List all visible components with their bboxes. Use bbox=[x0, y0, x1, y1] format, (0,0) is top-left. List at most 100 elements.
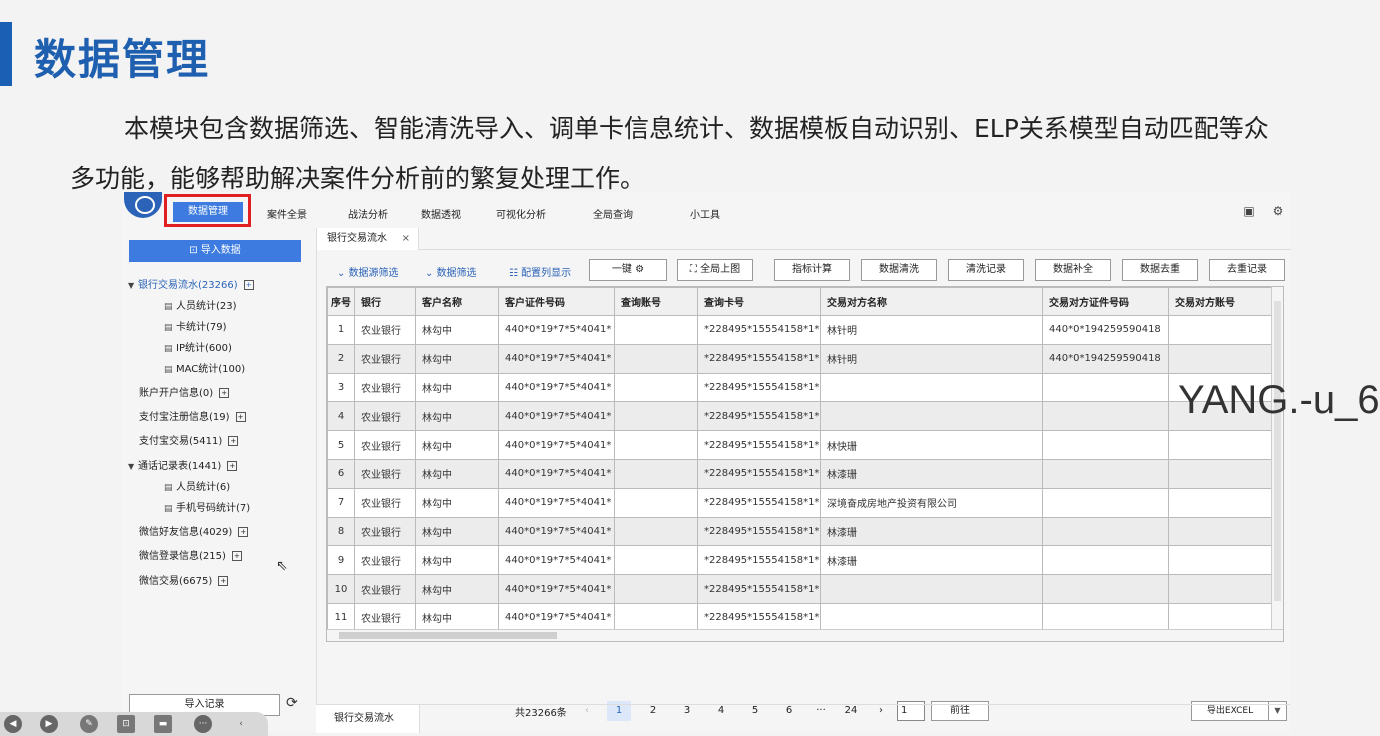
dedupe-button[interactable]: 数据去重 bbox=[1122, 259, 1198, 281]
add-icon[interactable]: + bbox=[238, 527, 249, 537]
add-icon[interactable]: + bbox=[231, 551, 242, 561]
table-cell: 10 bbox=[327, 574, 355, 604]
camera-icon[interactable]: ▬ bbox=[154, 715, 172, 733]
table-row[interactable]: 6 农业银行 林勾中 440*0*19*7*5*4041* *228495*155541… bbox=[327, 458, 1276, 489]
previous-icon[interactable]: ◀ bbox=[4, 715, 22, 733]
column-header[interactable]: 银行 bbox=[354, 287, 416, 316]
table-row[interactable]: 9 农业银行 林勾中 440*0*19*7*5*4041* *228495*155541… bbox=[327, 545, 1276, 576]
table-cell: 林勾中 bbox=[415, 602, 499, 633]
global-chart-button[interactable]: ⛶ 全局上图 bbox=[677, 259, 753, 281]
table-cell bbox=[614, 315, 698, 345]
clean-records-button[interactable]: 清洗记录 bbox=[948, 259, 1024, 281]
nav-item-tools[interactable]: 小工具 bbox=[690, 206, 720, 221]
horizontal-scrollbar[interactable] bbox=[327, 629, 1283, 641]
tree-item-wechat-tx[interactable]: 微信交易(6675) + bbox=[139, 572, 229, 587]
bottom-tab-bank-transactions[interactable]: 银行交易流水 bbox=[316, 705, 420, 733]
vertical-scrollbar[interactable] bbox=[1271, 287, 1283, 629]
refresh-icon[interactable]: ⟳ bbox=[286, 695, 298, 711]
tree-item-wechat-login[interactable]: 微信登录信息(215) + bbox=[139, 547, 242, 562]
tree-item-bank-child[interactable]: ▤ IP统计(600) bbox=[164, 339, 232, 354]
column-header[interactable]: 交易对方名称 bbox=[820, 287, 1043, 316]
table-row[interactable]: 3 农业银行 林勾中 440*0*19*7*5*4041* *228495*155541… bbox=[327, 372, 1276, 403]
table-row[interactable]: 1 农业银行 林勾中 440*0*19*7*5*4041* *228495*155541… bbox=[327, 315, 1276, 345]
caret-down-icon[interactable]: ▼ bbox=[128, 281, 138, 290]
tab-label: 银行交易流水 bbox=[327, 233, 387, 244]
tree-label: 通话记录表(1441) bbox=[138, 461, 222, 472]
tree-item-alipay-tx[interactable]: 支付宝交易(5411) + bbox=[139, 432, 239, 447]
chevron-left-icon[interactable]: ‹ bbox=[232, 715, 250, 733]
nav-item-data-pivot[interactable]: 数据透视 bbox=[421, 206, 461, 221]
tree-label: 人员统计(23) bbox=[176, 301, 237, 312]
nav-item-data-management[interactable]: 数据管理 bbox=[173, 202, 243, 222]
table-cell bbox=[1042, 430, 1169, 460]
table-cell bbox=[614, 343, 698, 374]
metric-calc-button[interactable]: 指标计算 bbox=[774, 259, 850, 281]
tree-item-calls-child[interactable]: ▤ 手机号码统计(7) bbox=[164, 499, 250, 514]
dedupe-records-button[interactable]: 去重记录 bbox=[1209, 259, 1285, 281]
caret-down-icon[interactable]: ▼ bbox=[128, 462, 138, 471]
table-row[interactable]: 8 农业银行 林勾中 440*0*19*7*5*4041* *228495*155541… bbox=[327, 516, 1276, 547]
table-cell: 林漆珊 bbox=[820, 516, 1043, 547]
add-icon[interactable]: + bbox=[235, 412, 246, 422]
nav-item-global-query[interactable]: 全局查询 bbox=[593, 206, 633, 221]
play-icon[interactable]: ▶ bbox=[40, 715, 58, 733]
tab-bank-transactions[interactable]: 银行交易流水 × bbox=[317, 228, 419, 250]
import-data-button[interactable]: ⊡ 导入数据 bbox=[129, 240, 301, 262]
tree-item-calls-child[interactable]: ▤ 人员统计(6) bbox=[164, 478, 230, 493]
column-config-button[interactable]: ☷ 配置列显示 bbox=[509, 264, 571, 279]
data-filter-button[interactable]: ⌄ 数据筛选 bbox=[425, 264, 477, 279]
pen-icon[interactable]: ✎ bbox=[80, 715, 98, 733]
column-header[interactable]: 交易对方证件号码 bbox=[1042, 287, 1169, 316]
table-row[interactable]: 5 农业银行 林勾中 440*0*19*7*5*4041* *228495*155541… bbox=[327, 430, 1276, 460]
nav-item-tactics-analysis[interactable]: 战法分析 bbox=[348, 206, 388, 221]
tree-item-alipay-reg[interactable]: 支付宝注册信息(19) + bbox=[139, 408, 246, 423]
table-cell: 林勾中 bbox=[415, 487, 499, 518]
nav-item-case-panorama[interactable]: 案件全景 bbox=[267, 206, 307, 221]
nav-item-visual-analysis[interactable]: 可视化分析 bbox=[496, 206, 546, 221]
scrollbar-thumb[interactable] bbox=[1274, 301, 1281, 601]
data-complete-button[interactable]: 数据补全 bbox=[1035, 259, 1111, 281]
table-cell: 农业银行 bbox=[354, 487, 416, 518]
gear-icon[interactable]: ⚙ bbox=[1271, 204, 1285, 218]
data-clean-button[interactable]: 数据清洗 bbox=[861, 259, 937, 281]
scrollbar-thumb[interactable] bbox=[339, 632, 557, 639]
document-icon: ▤ bbox=[164, 344, 173, 354]
save-icon[interactable]: ▣ bbox=[1242, 204, 1256, 218]
add-icon[interactable]: + bbox=[219, 388, 230, 398]
table-cell: 林勾中 bbox=[415, 516, 499, 547]
add-icon[interactable]: + bbox=[218, 576, 229, 586]
tree-item-wechat-friends[interactable]: 微信好友信息(4029) + bbox=[139, 523, 249, 538]
column-header[interactable]: 查询账号 bbox=[614, 287, 698, 316]
tree-item-bank-child[interactable]: ▤ 卡统计(79) bbox=[164, 318, 227, 333]
column-header[interactable]: 客户名称 bbox=[415, 287, 499, 316]
column-header[interactable]: 查询卡号 bbox=[697, 287, 821, 316]
tree-item-bank-child[interactable]: ▤ 人员统计(23) bbox=[164, 297, 237, 312]
column-header[interactable]: 交易对方账号 bbox=[1168, 287, 1276, 316]
table-cell: 林勾中 bbox=[415, 372, 499, 403]
add-icon[interactable]: + bbox=[228, 436, 239, 446]
tree-item-bank[interactable]: ▼ 银行交易流水(23266) + bbox=[128, 276, 254, 291]
document-icon: ▤ bbox=[164, 302, 173, 312]
table-cell: 440*0*19*7*5*4041* bbox=[498, 574, 615, 604]
table-row[interactable]: 7 农业银行 林勾中 440*0*19*7*5*4041* *228495*155541… bbox=[327, 487, 1276, 518]
table-row[interactable]: 10 农业银行 林勾中 440*0*19*7*5*4041* *228495*15554… bbox=[327, 574, 1276, 604]
tree-item-account[interactable]: 账户开户信息(0) + bbox=[139, 384, 230, 399]
close-icon[interactable]: × bbox=[402, 228, 410, 250]
add-icon[interactable]: + bbox=[227, 461, 238, 471]
one-click-button[interactable]: 一键 ⚙ bbox=[589, 259, 667, 281]
screenshot-icon[interactable]: ⊡ bbox=[117, 715, 135, 733]
more-icon[interactable]: ··· bbox=[194, 715, 212, 733]
tree-item-bank-child[interactable]: ▤ MAC统计(100) bbox=[164, 360, 245, 375]
table-cell: 农业银行 bbox=[354, 430, 416, 460]
add-icon[interactable]: + bbox=[243, 280, 254, 290]
table-row[interactable]: 11 农业银行 林勾中 440*0*19*7*5*4041* *228495*15554… bbox=[327, 602, 1276, 633]
table-row[interactable]: 2 农业银行 林勾中 440*0*19*7*5*4041* *228495*155541… bbox=[327, 343, 1276, 374]
column-header[interactable]: 客户证件号码 bbox=[498, 287, 615, 316]
column-header[interactable]: 序号 bbox=[327, 287, 355, 316]
tree-item-calls[interactable]: ▼ 通话记录表(1441) + bbox=[128, 457, 238, 472]
table-cell bbox=[614, 545, 698, 576]
data-table: 序号 银行 客户名称 客户证件号码 查询账号 查询卡号 交易对方名称 交易对方证件号码 交易对方… bbox=[326, 286, 1284, 642]
tree-label: 微信登录信息(215) bbox=[139, 551, 226, 562]
table-row[interactable]: 4 农业银行 林勾中 440*0*19*7*5*4041* *228495*155541… bbox=[327, 401, 1276, 432]
source-filter-button[interactable]: ⌄ 数据源筛选 bbox=[337, 264, 399, 279]
